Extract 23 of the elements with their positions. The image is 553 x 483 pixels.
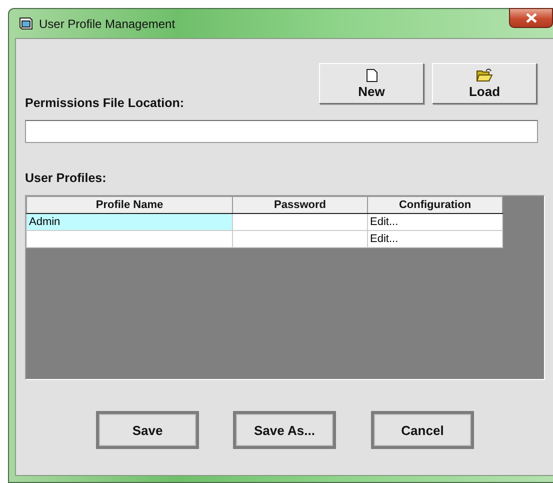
new-document-icon bbox=[366, 68, 378, 82]
profile-name-cell[interactable] bbox=[26, 230, 232, 248]
section-label: User Profiles: bbox=[25, 171, 106, 185]
close-icon bbox=[526, 13, 536, 23]
configuration-cell[interactable]: Edit... bbox=[368, 214, 502, 230]
dialog-button[interactable]: Cancel bbox=[371, 411, 474, 449]
close-button[interactable] bbox=[509, 8, 553, 28]
column-header[interactable]: Password bbox=[232, 196, 368, 214]
column-header[interactable]: Configuration bbox=[368, 196, 502, 214]
password-cell[interactable] bbox=[232, 214, 368, 230]
configuration-cell[interactable]: Edit... bbox=[368, 230, 502, 248]
profile-name-cell[interactable]: Admin bbox=[26, 214, 232, 230]
open-folder-icon bbox=[476, 68, 493, 82]
load-button[interactable]: Load bbox=[432, 63, 537, 104]
password-cell[interactable] bbox=[232, 230, 368, 248]
window-icon bbox=[19, 17, 33, 30]
column-header[interactable]: Profile Name bbox=[26, 196, 232, 214]
file-location-field[interactable] bbox=[25, 120, 538, 143]
dialog-button[interactable]: Save As... bbox=[233, 411, 336, 449]
new-button[interactable]: New bbox=[319, 63, 424, 104]
dialog-button[interactable]: Save bbox=[96, 411, 199, 449]
field-label: Permissions File Location: bbox=[25, 96, 184, 110]
window-title: User Profile Management bbox=[39, 16, 176, 30]
